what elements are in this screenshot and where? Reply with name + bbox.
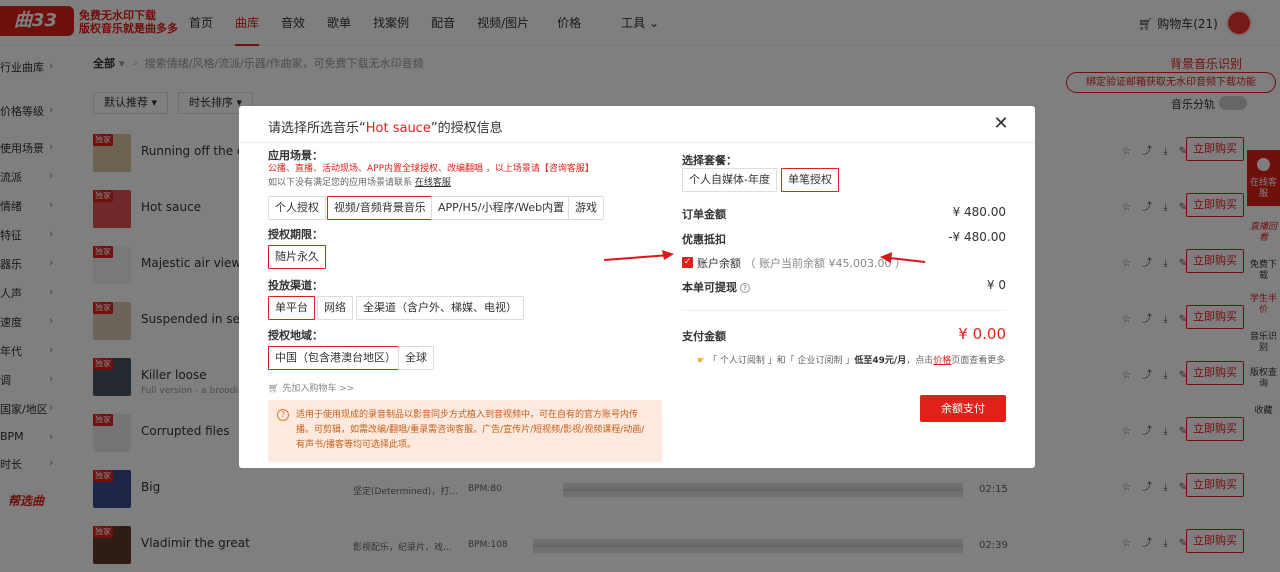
cart-icon: 🛒︎: [268, 384, 280, 394]
region-opt-global[interactable]: 全球: [398, 346, 434, 370]
package-opt-single[interactable]: 单笔授权: [781, 168, 839, 192]
subscription-note: ☛ 「 个人订阅制 」和「 企业订阅制 」低至49元/月，点击价格页面查看更多: [697, 353, 1005, 366]
pay-amount-label: 支付金额: [682, 330, 726, 343]
withdraw-label: 本单可提现?: [682, 279, 750, 295]
sub-note-c: ，点击: [906, 356, 934, 366]
tip-box: ? 适用于使用现成的录音制品以影音同步方式植入到音视频中，可在自有的官方账号内传…: [268, 400, 662, 462]
price-page-link[interactable]: 价格: [933, 356, 951, 366]
order-amount-label: 订单金额: [682, 208, 726, 221]
add-cart-label: 先加入购物车 >>: [282, 384, 355, 394]
license-modal: 请选择所选音乐“Hot sauce”的授权信息 ✕ 应用场景： 公播、直播、活动…: [239, 106, 1035, 468]
arrow-right-shaft: [889, 257, 926, 263]
pay-amount-value: ¥ 0.00: [958, 325, 1006, 343]
discount-label: 优惠抵扣: [682, 233, 726, 246]
channel-opt-web[interactable]: 网络: [317, 296, 353, 320]
withdraw-label-text: 本单可提现: [682, 281, 737, 294]
channel-opt-single[interactable]: 单平台: [268, 296, 315, 320]
modal-song-name: Hot sauce: [365, 121, 431, 136]
period-label: 授权期限：: [268, 228, 323, 241]
scene-opt-game[interactable]: 游戏: [568, 196, 604, 220]
scene-note-2: 如以下没有满足您的应用场景请联系 在线客服: [268, 175, 451, 188]
close-icon[interactable]: ✕: [991, 114, 1011, 134]
scene-note: 公播、直播、活动现场、APP内置全球授权、改编翻唱 ，以上场景请【咨询客服】: [268, 164, 594, 174]
question-icon: ?: [277, 409, 289, 421]
question-icon[interactable]: ?: [740, 283, 750, 293]
sub-note-d: 页面查看更多: [951, 356, 1006, 366]
sub-note-a: 「 个人订阅制 」和「 企业订阅制 」: [707, 356, 855, 366]
region-opt-china[interactable]: 中国（包含港澳台地区）: [268, 346, 403, 370]
hand-point-icon: ☛: [697, 356, 706, 366]
add-cart-link[interactable]: 🛒︎ 先加入购物车 >>: [268, 381, 354, 394]
scene-opt-video-bgm[interactable]: 视频/音频背景音乐: [327, 196, 433, 220]
modal-divider: [239, 142, 1035, 143]
amount-divider: [682, 310, 1006, 311]
withdraw-value: ¥ 0: [986, 278, 1006, 292]
scene-opt-app[interactable]: APP/H5/小程序/Web内置: [431, 196, 572, 220]
region-label: 授权地域：: [268, 329, 323, 342]
scene-opt-personal[interactable]: 个人授权: [268, 196, 326, 220]
period-opt-permanent[interactable]: 随片永久: [268, 245, 326, 269]
balance-pay-button[interactable]: 余额支付: [920, 395, 1006, 422]
order-amount-value: ¥ 480.00: [952, 205, 1006, 219]
package-label: 选择套餐：: [682, 154, 737, 167]
discount-value: -¥ 480.00: [948, 230, 1006, 244]
tip-text: 适用于使用现成的录音制品以影音同步方式植入到音视频中，可在自有的官方账号内传播。…: [296, 410, 645, 450]
arrow-left-head: [662, 250, 674, 260]
channel-opt-all[interactable]: 全渠道（含户外、梯媒、电视）: [356, 296, 524, 320]
modal-title-prefix: 请选择所选音乐“: [268, 121, 366, 136]
arrow-right-head: [880, 252, 892, 263]
modal-title: 请选择所选音乐“Hot sauce”的授权信息: [268, 117, 503, 136]
arrow-left-shaft: [603, 254, 671, 261]
sub-note-b: 低至49元/月: [854, 356, 907, 366]
channel-label: 投放渠道：: [268, 279, 323, 292]
scene-note-2-text: 如以下没有满足您的应用场景请联系: [268, 178, 413, 188]
online-service-link[interactable]: 在线客服: [415, 178, 451, 188]
modal-title-suffix: ”的授权信息: [430, 121, 503, 136]
package-opt-annual[interactable]: 个人自媒体-年度: [682, 168, 777, 192]
annotation-arrows: [603, 250, 926, 263]
